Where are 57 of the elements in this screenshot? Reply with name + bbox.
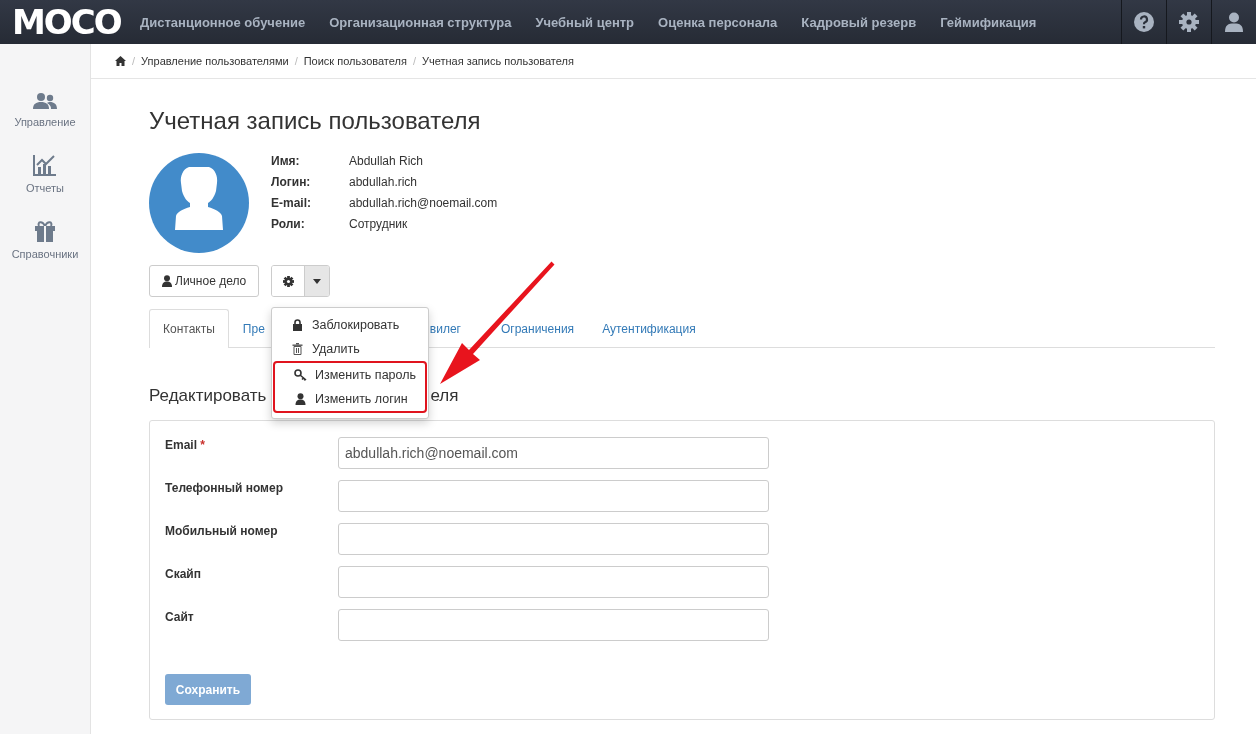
field-label: Email * [165, 437, 207, 454]
sidebar-item[interactable]: Управление [14, 116, 76, 128]
tab[interactable]: Контакты [149, 309, 229, 348]
breadcrumb-separator: / [294, 55, 298, 67]
field-label: Скайп [165, 566, 202, 583]
nav-link[interactable]: Оценка персонала [646, 14, 790, 30]
menu-item[interactable]: Изменить логин [275, 387, 425, 411]
menu-item[interactable]: Изменить пароль [275, 363, 425, 387]
logo[interactable]: MOCO [0, 2, 128, 42]
page-title: Учетная запись пользователя [149, 107, 482, 135]
menu-item[interactable]: Удалить [272, 337, 428, 361]
gift-icon [34, 220, 56, 242]
user-icon [294, 393, 307, 405]
breadcrumb-item[interactable]: Поиск пользователя [303, 55, 407, 67]
personal-file-button[interactable]: Личное дело [149, 265, 260, 297]
field-value: Abdullah Rich [349, 154, 425, 168]
breadcrumb-item[interactable]: Учетная запись пользователя [421, 55, 574, 67]
gear-icon [282, 275, 294, 287]
tab[interactable]: Аутентификация [588, 309, 710, 347]
field-value: abdullah.rich@noemail.com [349, 196, 498, 210]
home-icon[interactable] [115, 56, 126, 66]
users-icon [33, 92, 57, 110]
sidebar-item[interactable]: Справочники [11, 248, 79, 260]
field-label: Имя: [271, 154, 301, 168]
input-field[interactable] [338, 523, 769, 555]
field-value: abdullah.rich [349, 175, 419, 189]
nav-link[interactable]: Геймификация [928, 14, 1049, 30]
nav-link[interactable]: Дистанционное обучение [128, 14, 318, 30]
field-label: Сайт [165, 609, 195, 626]
sidebar-item[interactable]: Отчеты [26, 182, 64, 194]
lock-icon [291, 319, 304, 331]
field-label: Мобильный номер [165, 523, 279, 540]
input-field[interactable] [338, 609, 769, 641]
nav-link[interactable]: Учебный центр [523, 14, 647, 30]
input-field[interactable] [338, 566, 769, 598]
menu-item[interactable]: Заблокировать [272, 313, 428, 337]
section-title: еля [430, 386, 459, 407]
field-label: Телефонный номер [165, 480, 284, 497]
chart-icon [33, 154, 57, 176]
input-field[interactable] [338, 480, 769, 512]
section-title: Редактировать [149, 386, 267, 407]
breadcrumb-separator: / [412, 55, 416, 67]
breadcrumb-separator: / [132, 55, 136, 67]
trash-icon [291, 343, 304, 355]
tab[interactable]: Ограничения [486, 309, 589, 347]
key-icon [294, 369, 307, 381]
input-field[interactable]: abdullah.rich@noemail.com [338, 437, 769, 469]
field-value: Сотрудник [349, 217, 409, 231]
nav-link[interactable]: Организационная структура [317, 14, 524, 30]
field-label: Логин: [271, 175, 312, 189]
dropdown-toggle[interactable] [304, 266, 330, 296]
breadcrumb-item[interactable]: Управление пользователями [141, 55, 289, 67]
user-icon [162, 275, 172, 287]
field-label: Роли: [271, 217, 306, 231]
nav-link[interactable]: Кадровый резерв [789, 14, 929, 30]
field-label: E-mail: [271, 196, 312, 210]
caret-icon [313, 278, 322, 284]
